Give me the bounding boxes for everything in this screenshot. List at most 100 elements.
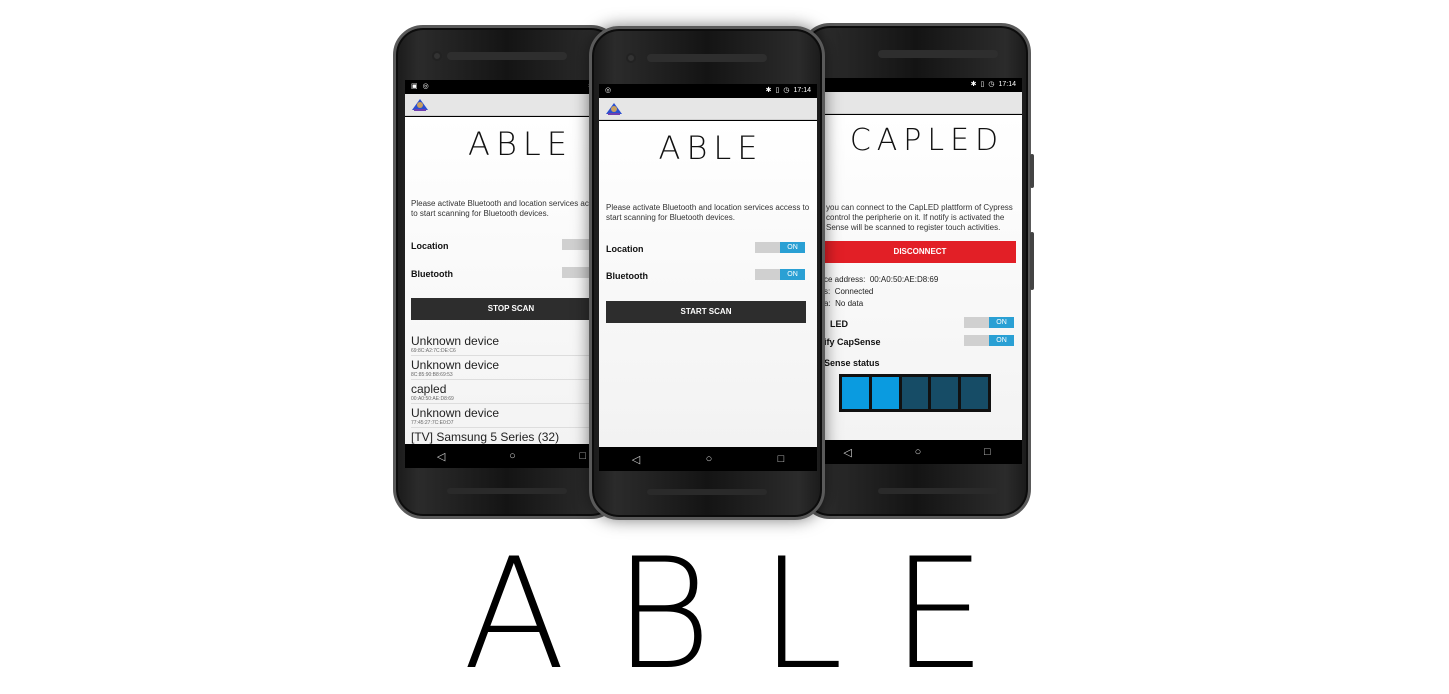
capsense-segment-active: [871, 377, 899, 409]
location-label: Location: [606, 244, 644, 254]
status-bar: ✱ ▯ ◷ 17:14: [812, 78, 1022, 90]
device-address: 69:8C:A2:7C:DE:C6: [411, 348, 456, 354]
device-name: Unknown device: [411, 334, 500, 348]
home-icon[interactable]: ○: [915, 446, 922, 458]
page-title: CAPLED: [849, 123, 1005, 158]
front-camera: [626, 53, 636, 63]
home-icon[interactable]: ○: [706, 453, 713, 465]
stop-scan-button[interactable]: STOP SCAN: [411, 298, 611, 320]
app-bar: [812, 92, 1022, 114]
led-label: LED: [830, 319, 848, 329]
capsense-segment-active: [842, 377, 869, 409]
capsense-segment-inactive: [901, 377, 929, 409]
device-address: 8C:85:90:B8:69:53: [411, 372, 453, 378]
capsense-segment-inactive: [931, 377, 959, 409]
navigation-bar: ◁ ○ □: [599, 447, 817, 471]
clock-text: 17:14: [793, 86, 811, 94]
location-label: Location: [411, 241, 449, 251]
vibrate-icon: ▯: [980, 81, 985, 88]
state-value: Connected: [834, 287, 874, 296]
right-screen: ✱ ▯ ◷ 17:14 CAPLED you can connect to the C…: [812, 78, 1022, 464]
connection-info: ce address: 00:A0:50:AE:D8:69 s: Connect…: [824, 274, 938, 310]
bottom-speaker: [647, 489, 767, 495]
power-button: [1030, 154, 1034, 188]
device-address-label: ce address:: [824, 275, 866, 284]
recent-apps-icon[interactable]: □: [778, 453, 785, 465]
capsense-slider: [839, 374, 991, 412]
image-icon: ▣: [411, 83, 418, 90]
center-content: ABLE Please activate Bluetooth and locat…: [599, 121, 817, 447]
capsense-segment-inactive: [961, 377, 988, 409]
back-icon[interactable]: ◁: [632, 453, 640, 466]
vibrate-icon: ▯: [775, 87, 780, 94]
left-phone: ▣◎ ✱▯◷ ABLE Please activate Bluetooth an…: [393, 25, 621, 519]
earpiece-speaker: [647, 54, 767, 62]
earpiece-speaker: [878, 50, 998, 58]
capsense-status-label: Sense status: [824, 358, 880, 368]
status-bar: ◎ ✱ ▯ ◷ 17:14: [599, 84, 817, 96]
left-screen: ▣◎ ✱▯◷ ABLE Please activate Bluetooth an…: [405, 80, 618, 468]
disconnect-button[interactable]: DISCONNECT: [824, 241, 1016, 263]
location-toggle[interactable]: ON: [755, 242, 805, 253]
data-label: a:: [824, 299, 831, 308]
status-bar: ▣◎ ✱▯◷: [405, 80, 618, 92]
center-screen: ◎ ✱ ▯ ◷ 17:14 ABLE Please activate Bluetoot…: [599, 84, 817, 471]
clock-text: 17:14: [998, 80, 1016, 88]
earpiece-speaker: [447, 52, 567, 60]
device-name: [TV] Samsung 5 Series (32): [411, 430, 560, 444]
front-camera: [432, 51, 442, 61]
app-logo-icon: [412, 98, 428, 111]
bottom-speaker: [447, 488, 567, 494]
led-toggle-knob: ON: [989, 317, 1014, 328]
intro-text: you can connect to the CapLED plattform …: [826, 203, 1013, 232]
bluetooth-label: Bluetooth: [606, 271, 648, 281]
page-title: ABLE: [658, 129, 764, 167]
intro-text: Please activate Bluetooth and location s…: [411, 199, 606, 218]
device-address: 00:A0:50:AE:D8:69: [411, 396, 454, 402]
bluetooth-icon: ✱: [970, 81, 977, 88]
left-content: ABLE Please activate Bluetooth and locat…: [405, 117, 618, 468]
device-list-item[interactable]: capled 00:A0:50:AE:D8:69: [411, 383, 618, 404]
center-phone: ◎ ✱ ▯ ◷ 17:14 ABLE Please activate Bluetoot…: [589, 26, 825, 520]
sync-icon: ◎: [605, 87, 612, 94]
device-name: Unknown device: [411, 358, 500, 372]
brand-title: ABLE: [462, 526, 1035, 694]
right-phone: ✱ ▯ ◷ 17:14 CAPLED you can connect to the C…: [800, 23, 1034, 519]
notify-toggle-knob: ON: [989, 335, 1014, 346]
start-scan-button[interactable]: START SCAN: [606, 301, 806, 323]
device-list-item[interactable]: Unknown device 77:45:27:7C:E0:D7: [411, 407, 618, 428]
device-list-item[interactable]: Unknown device 8C:85:90:B8:69:53: [411, 359, 618, 380]
app-logo-icon: [606, 102, 622, 115]
recent-apps-icon[interactable]: □: [579, 450, 586, 462]
alarm-icon: ◷: [783, 87, 790, 94]
device-address-value: 00:A0:50:AE:D8:69: [869, 275, 939, 284]
notify-capsense-label: ify CapSense: [824, 337, 881, 347]
led-toggle[interactable]: ON: [964, 317, 1014, 328]
device-list-item[interactable]: Unknown device 69:8C:A2:7C:DE:C6: [411, 335, 618, 356]
device-name: capled: [411, 382, 447, 396]
data-value: No data: [835, 299, 864, 308]
navigation-bar: ◁ ○ □: [812, 440, 1022, 464]
intro-text: Please activate Bluetooth and location s…: [606, 203, 810, 222]
right-content: CAPLED you can connect to the CapLED pla…: [812, 115, 1022, 464]
bluetooth-toggle[interactable]: ON: [755, 269, 805, 280]
navigation-bar: ◁ ○ □: [405, 444, 618, 468]
alarm-icon: ◷: [988, 81, 995, 88]
device-address: 77:45:27:7C:E0:D7: [411, 420, 454, 426]
device-name: Unknown device: [411, 406, 500, 420]
bluetooth-icon: ✱: [765, 87, 772, 94]
back-icon[interactable]: ◁: [843, 446, 851, 459]
back-icon[interactable]: ◁: [437, 450, 445, 463]
bottom-speaker: [878, 488, 998, 494]
sync-icon: ◎: [422, 83, 429, 90]
recent-apps-icon[interactable]: □: [984, 446, 991, 458]
notify-capsense-toggle[interactable]: ON: [964, 335, 1014, 346]
home-icon[interactable]: ○: [509, 450, 516, 462]
app-bar: [405, 94, 618, 116]
page-title: ABLE: [468, 125, 573, 163]
location-toggle-knob: ON: [780, 242, 805, 253]
app-bar: [599, 98, 817, 120]
stage: ▣◎ ✱▯◷ ABLE Please activate Bluetooth an…: [0, 0, 1449, 694]
bluetooth-toggle-knob: ON: [780, 269, 805, 280]
bluetooth-label: Bluetooth: [411, 269, 453, 279]
